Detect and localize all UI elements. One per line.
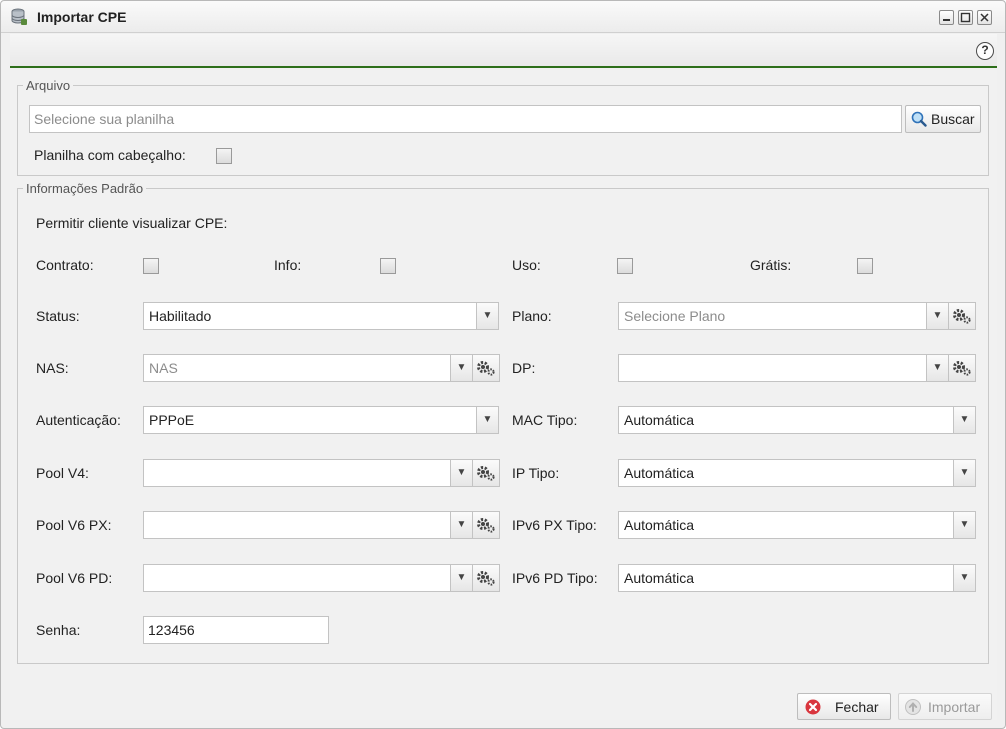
dp-label: DP: — [512, 360, 536, 376]
chevron-down-icon[interactable]: ▼ — [450, 354, 473, 382]
mac-tipo-combo[interactable]: Automática ▼ — [618, 406, 976, 434]
fechar-label: Fechar — [835, 699, 879, 715]
pool-v4-combo[interactable]: ▼ — [143, 459, 500, 487]
pool-v6-px-combo[interactable]: ▼ — [143, 511, 500, 539]
ip-tipo-value: Automática — [618, 459, 953, 487]
nas-combo[interactable]: NAS ▼ — [143, 354, 500, 382]
gears-icon — [477, 518, 495, 533]
form-content: Arquivo Selecione sua planilha Buscar Pl… — [10, 70, 997, 720]
nas-value: NAS — [143, 354, 450, 382]
close-window-button[interactable] — [977, 10, 992, 25]
chevron-down-icon[interactable]: ▼ — [476, 406, 499, 434]
import-cpe-window: Importar CPE ? Arquivo Selecione sua pla… — [0, 0, 1006, 729]
nas-label: NAS: — [36, 360, 69, 376]
toolbar: ? — [10, 34, 997, 68]
header-label: Planilha com cabeçalho: — [34, 147, 186, 163]
ip-tipo-label: IP Tipo: — [512, 465, 560, 481]
pool-v4-value — [143, 459, 450, 487]
gratis-checkbox[interactable] — [857, 258, 873, 274]
database-import-icon — [11, 8, 27, 25]
file-input[interactable]: Selecione sua planilha — [29, 105, 902, 133]
info-checkbox[interactable] — [380, 258, 396, 274]
contrato-checkbox[interactable] — [143, 258, 159, 274]
senha-label: Senha: — [36, 622, 81, 638]
chevron-down-icon[interactable]: ▼ — [953, 511, 976, 539]
pool-v4-gear-button[interactable] — [473, 459, 500, 487]
gears-icon — [477, 466, 495, 481]
pool-v6-pd-value — [143, 564, 450, 592]
plano-value: Selecione Plano — [618, 302, 926, 330]
minimize-icon — [943, 19, 950, 21]
close-icon — [980, 13, 989, 22]
buscar-button[interactable]: Buscar — [905, 105, 981, 133]
mac-tipo-label: MAC Tipo: — [512, 412, 578, 428]
minimize-button[interactable] — [939, 10, 954, 25]
auth-value: PPPoE — [143, 406, 476, 434]
chevron-down-icon[interactable]: ▼ — [953, 564, 976, 592]
uso-label: Uso: — [512, 257, 541, 273]
dp-value — [618, 354, 926, 382]
info-label: Info: — [274, 257, 302, 273]
gears-icon — [477, 361, 495, 376]
plano-gear-button[interactable] — [949, 302, 976, 330]
pool-v6-pd-label: Pool V6 PD: — [36, 570, 113, 586]
dp-gear-button[interactable] — [949, 354, 976, 382]
chevron-down-icon[interactable]: ▼ — [450, 511, 473, 539]
auth-label: Autenticação: — [36, 412, 121, 428]
maximize-icon — [960, 12, 971, 23]
chevron-down-icon[interactable]: ▼ — [926, 302, 949, 330]
gratis-label: Grátis: — [750, 257, 792, 273]
senha-input[interactable]: 123456 — [143, 616, 329, 644]
fechar-button[interactable]: Fechar — [797, 693, 891, 720]
arquivo-legend: Arquivo — [26, 78, 71, 93]
plano-label: Plano: — [512, 308, 552, 324]
pool-v6-px-value — [143, 511, 450, 539]
chevron-down-icon[interactable]: ▼ — [953, 406, 976, 434]
chevron-down-icon[interactable]: ▼ — [476, 302, 499, 330]
buscar-label: Buscar — [931, 111, 975, 127]
contrato-label: Contrato: — [36, 257, 94, 273]
nas-gear-button[interactable] — [473, 354, 500, 382]
title-bar: Importar CPE — [1, 1, 1005, 33]
chevron-down-icon[interactable]: ▼ — [450, 564, 473, 592]
status-value: Habilitado — [143, 302, 476, 330]
gears-icon — [953, 309, 971, 324]
ipv6-px-tipo-label: IPv6 PX Tipo: — [512, 517, 597, 533]
ip-tipo-combo[interactable]: Automática ▼ — [618, 459, 976, 487]
importar-button[interactable]: Importar — [898, 693, 992, 720]
cancel-icon — [805, 699, 821, 715]
auth-combo[interactable]: PPPoE ▼ — [143, 406, 499, 434]
ipv6-pd-tipo-label: IPv6 PD Tipo: — [512, 570, 598, 586]
chevron-down-icon[interactable]: ▼ — [450, 459, 473, 487]
pool-v4-label: Pool V4: — [36, 465, 89, 481]
window-title: Importar CPE — [37, 9, 127, 25]
status-combo[interactable]: Habilitado ▼ — [143, 302, 499, 330]
plano-combo[interactable]: Selecione Plano ▼ — [618, 302, 976, 330]
dp-combo[interactable]: ▼ — [618, 354, 976, 382]
maximize-button[interactable] — [958, 10, 973, 25]
magnifier-icon — [911, 111, 927, 127]
help-icon[interactable]: ? — [976, 42, 994, 60]
gears-icon — [953, 361, 971, 376]
permitir-label: Permitir cliente visualizar CPE: — [36, 215, 228, 231]
importar-label: Importar — [928, 699, 981, 715]
ipv6-px-tipo-value: Automática — [618, 511, 953, 539]
ipv6-px-tipo-combo[interactable]: Automática ▼ — [618, 511, 976, 539]
gears-icon — [477, 571, 495, 586]
pool-v6-pd-gear-button[interactable] — [473, 564, 500, 592]
ipv6-pd-tipo-value: Automática — [618, 564, 953, 592]
info-legend: Informações Padrão — [26, 181, 144, 196]
pool-v6-px-label: Pool V6 PX: — [36, 517, 112, 533]
pool-v6-pd-combo[interactable]: ▼ — [143, 564, 500, 592]
mac-tipo-value: Automática — [618, 406, 953, 434]
header-checkbox[interactable] — [216, 148, 232, 164]
uso-checkbox[interactable] — [617, 258, 633, 274]
ipv6-pd-tipo-combo[interactable]: Automática ▼ — [618, 564, 976, 592]
pool-v6-px-gear-button[interactable] — [473, 511, 500, 539]
arrow-up-icon — [905, 699, 921, 715]
chevron-down-icon[interactable]: ▼ — [953, 459, 976, 487]
status-label: Status: — [36, 308, 80, 324]
chevron-down-icon[interactable]: ▼ — [926, 354, 949, 382]
